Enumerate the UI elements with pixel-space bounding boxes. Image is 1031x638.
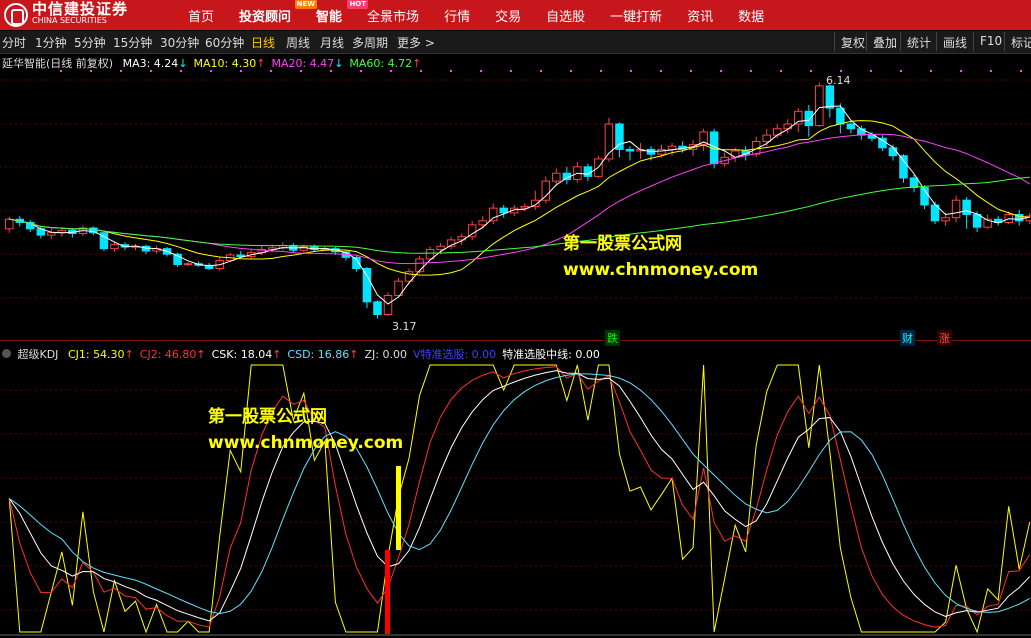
candle-body	[383, 294, 393, 316]
signal-dot	[600, 70, 602, 72]
signal-dot	[840, 70, 842, 72]
candle-body	[667, 145, 677, 150]
signal-dot	[210, 70, 212, 72]
candle-body	[436, 245, 445, 250]
signal-dot	[150, 70, 152, 72]
signal-dot	[960, 70, 962, 72]
signal-dot	[930, 70, 932, 72]
candle-body	[899, 155, 908, 179]
high-price-label: 6.14	[826, 74, 851, 87]
sub-watermark-url: www.chnmoney.com	[208, 433, 404, 453]
candle-body	[657, 148, 666, 155]
candle-body	[962, 199, 971, 215]
candle-body	[552, 172, 561, 182]
signal-dot	[630, 70, 632, 72]
price-chart-area[interactable]	[0, 0, 1031, 638]
signal-dot	[390, 70, 392, 72]
kdj-cj2-line	[8, 366, 1031, 628]
signal-dot	[240, 70, 242, 72]
candle-body	[951, 199, 961, 219]
candle-body	[183, 263, 193, 266]
kdj-csd-line	[8, 373, 1030, 615]
signal-dot	[180, 70, 182, 72]
candle-body	[804, 110, 814, 127]
signal-dot	[540, 70, 542, 72]
signal-dot	[60, 70, 62, 72]
candle-body	[762, 134, 771, 142]
ma10-line	[9, 120, 1030, 276]
ma20-line	[9, 133, 1031, 265]
candle-body	[825, 85, 835, 109]
candle-body	[815, 85, 824, 127]
candle-body	[373, 301, 382, 316]
signal-dot	[570, 70, 572, 72]
candle-body	[478, 220, 487, 226]
signal-dot	[120, 70, 122, 72]
chart-marker-2[interactable]: 涨	[937, 330, 952, 346]
candle-body	[47, 232, 56, 236]
candle-body	[941, 217, 950, 222]
signal-dot	[810, 70, 812, 72]
ma3-line	[9, 105, 1030, 305]
candle-body	[846, 123, 856, 130]
signal-dot	[330, 70, 332, 72]
candle-body	[110, 244, 119, 250]
ma60-line	[9, 176, 1030, 254]
main-watermark-title: 第一股票公式网	[563, 234, 682, 254]
chart-marker-1[interactable]: 财	[900, 330, 915, 346]
signal-dot	[690, 70, 692, 72]
candle-body	[415, 258, 424, 273]
chart-marker-0[interactable]: 跌	[605, 330, 620, 346]
low-price-label: 3.17	[392, 320, 417, 333]
signal-dot	[720, 70, 722, 72]
candle-body	[583, 166, 593, 177]
signal-dot	[900, 70, 902, 72]
buy-signal-red-bar	[385, 550, 390, 634]
signal-dot	[90, 70, 92, 72]
signal-dot	[420, 70, 422, 72]
candle-body	[909, 177, 919, 189]
signal-dot	[450, 70, 452, 72]
candle-body	[888, 147, 898, 157]
candle-body	[467, 224, 477, 238]
candle-body	[836, 107, 845, 125]
signal-dot	[360, 70, 362, 72]
sub-watermark: 第一股票公式网 www.chnmoney.com	[208, 402, 403, 453]
candle-body	[499, 207, 508, 214]
candle-body	[794, 110, 803, 125]
signal-dot	[300, 70, 302, 72]
sub-watermark-title: 第一股票公式网	[208, 407, 327, 427]
main-watermark-url: www.chnmoney.com	[563, 260, 759, 280]
signal-dot	[780, 70, 782, 72]
candle-body	[615, 123, 624, 150]
candle-body	[625, 148, 635, 152]
signal-dot	[870, 70, 872, 72]
candle-body	[878, 137, 887, 149]
signal-dot	[990, 70, 992, 72]
buy-signal-yellow-bar	[396, 466, 401, 550]
signal-dot	[480, 70, 482, 72]
candle-body	[5, 218, 14, 230]
candle-body	[783, 123, 793, 130]
candle-body	[972, 213, 982, 228]
signal-dot	[750, 70, 752, 72]
main-watermark: 第一股票公式网 www.chnmoney.com	[563, 229, 758, 280]
signal-dot	[660, 70, 662, 72]
candle-body	[362, 267, 372, 303]
candle-body	[541, 180, 551, 201]
signal-dot	[1020, 70, 1022, 72]
signal-dot	[510, 70, 512, 72]
candle-body	[488, 207, 498, 222]
signal-dot	[270, 70, 272, 72]
